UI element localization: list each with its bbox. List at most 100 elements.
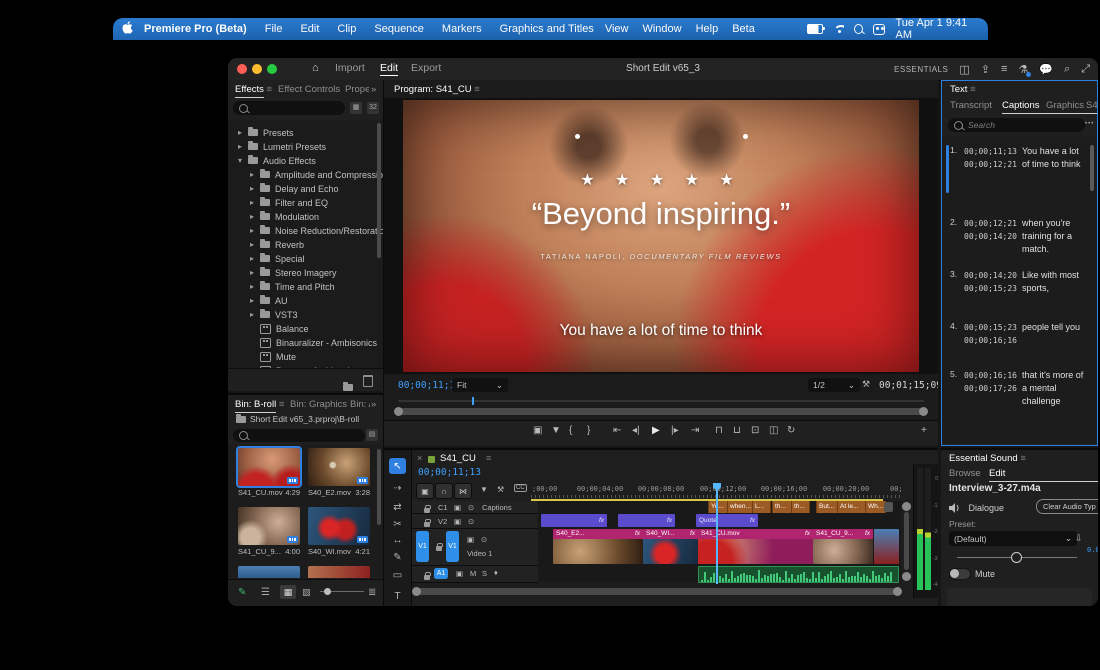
wifi-icon[interactable]	[833, 25, 844, 34]
caption-clip[interactable]: when...	[727, 501, 755, 513]
tree-item-time-pitch[interactable]: ▸Time and Pitch	[228, 280, 383, 293]
32-bit-effects-icon[interactable]: 32	[367, 102, 379, 114]
chevron-icon[interactable]: ▸	[250, 212, 260, 221]
chevron-down-icon[interactable]: ▾	[238, 156, 248, 165]
menu-window[interactable]: Window	[640, 23, 683, 35]
go-to-in-icon[interactable]: ⇤	[613, 425, 621, 436]
playhead-line[interactable]	[716, 490, 718, 584]
nav-export[interactable]: Export	[411, 62, 441, 74]
panel-menu-icon[interactable]: ≡	[474, 84, 480, 95]
transform-handle[interactable]	[743, 134, 748, 139]
mark-out-icon[interactable]: }	[587, 425, 590, 436]
mute-track-button[interactable]: M	[470, 569, 476, 578]
graphic-clip-quote[interactable]: Quotefx	[696, 514, 758, 527]
program-video-frame[interactable]: ★ ★ ★ ★ ★ “Beyond inspiring.” TATIANA NA…	[403, 100, 919, 372]
bin-clip-partial[interactable]	[308, 566, 370, 578]
sync-lock-icon[interactable]: ▣	[467, 535, 474, 544]
zoom-slider-knob[interactable]	[324, 588, 331, 595]
audio-meters[interactable]: 0-12-24-36-48	[913, 464, 938, 598]
export-frame-icon[interactable]: ⊡	[751, 425, 759, 436]
pen-tool[interactable]: ✎	[389, 549, 406, 565]
automate-to-sequence-icon[interactable]: ≣	[368, 587, 376, 598]
caption-text[interactable]: Like with most sports,	[1022, 269, 1086, 295]
tree-item-noise-reduction[interactable]: ▸Noise Reduction/Restoration	[228, 224, 383, 237]
razor-tool[interactable]: ✂	[389, 516, 406, 532]
menu-beta[interactable]: Beta	[730, 23, 757, 35]
bin-scrollbar[interactable]	[377, 449, 381, 525]
rectangle-tool[interactable]: ▭	[389, 567, 406, 583]
extract-icon[interactable]: ⊔	[733, 425, 741, 436]
tab-properties[interactable]: Propertie	[345, 84, 369, 95]
tree-item-presets[interactable]: ▸Presets	[228, 126, 383, 139]
audio-clip[interactable]	[698, 566, 899, 583]
bin-breadcrumb[interactable]: Short Edit v65_3.prproj\B-roll	[236, 414, 381, 426]
caption-text[interactable]: when you're training for a match.	[1022, 217, 1086, 256]
save-preset-icon[interactable]: ⇩	[1075, 533, 1083, 544]
type-tool[interactable]: T	[389, 588, 406, 604]
video-clip-partial[interactable]	[874, 529, 899, 564]
bin-clip-s40-e2[interactable]: S40_E2.mov3:28	[308, 448, 370, 497]
track-header-v2[interactable]: V2 ▣ ⊙	[412, 514, 538, 529]
tree-item-mute[interactable]: Mute	[228, 350, 383, 363]
tab-transcript[interactable]: Transcript	[950, 100, 992, 111]
bin-filter-icon[interactable]: ▤	[366, 429, 378, 441]
share-export-icon[interactable]: ⇪	[981, 63, 990, 76]
proxy-toggle-icon[interactable]: ↻	[787, 425, 795, 436]
chevron-icon[interactable]: ▸	[250, 170, 260, 179]
lock-icon[interactable]	[424, 508, 430, 513]
menu-edit[interactable]: Edit	[291, 23, 328, 35]
tab-edit[interactable]: Edit	[989, 468, 1098, 479]
video-clip-s40-e2[interactable]: S40_E2...fx	[553, 529, 643, 564]
workspace-panel-icon[interactable]: ◫	[959, 63, 969, 76]
tab-bin-audio[interactable]: Bin: Au	[350, 399, 370, 410]
track-target-v1[interactable]: V1	[446, 531, 459, 562]
stacked-panels-icon[interactable]: ≡	[1001, 63, 1007, 75]
tab-overflow-icon[interactable]: »	[371, 84, 376, 95]
go-to-out-icon[interactable]: ⇥	[691, 425, 699, 436]
tree-item-reverb[interactable]: ▸Reverb	[228, 238, 383, 251]
lock-icon[interactable]	[424, 575, 430, 580]
tree-item-special[interactable]: ▸Special	[228, 252, 383, 265]
tree-item-au[interactable]: ▸AU	[228, 294, 383, 307]
fit-dropdown[interactable]: Fit⌄	[452, 378, 508, 392]
caption-row-5[interactable]: 5. 00;00;16;1600;00;17;26 that it's more…	[950, 369, 1092, 408]
tab-browse[interactable]: Browse	[949, 468, 981, 479]
home-icon[interactable]: ⌂	[312, 62, 319, 74]
control-center-icon[interactable]	[873, 24, 886, 35]
caption-text[interactable]: that it's more of a mental challenge	[1022, 369, 1086, 408]
tree-item-audio-effects[interactable]: ▾Audio Effects	[228, 154, 383, 167]
menu-graphics-titles[interactable]: Graphics and Titles	[491, 23, 603, 35]
effects-scrollbar[interactable]	[377, 123, 381, 258]
menu-help[interactable]: Help	[694, 23, 721, 35]
timeline-v-scrollbar[interactable]	[902, 502, 911, 582]
volume-slider-knob[interactable]	[1011, 552, 1022, 563]
chevron-icon[interactable]: ▸	[250, 240, 260, 249]
track-target-a1[interactable]: A1	[434, 568, 448, 579]
chevron-icon[interactable]: ▸	[250, 254, 260, 263]
beta-feedback-beaker-icon[interactable]: ⚗	[1018, 63, 1028, 76]
tree-item-vst3[interactable]: ▸VST3	[228, 308, 383, 321]
gain-value[interactable]: 0.0	[1087, 546, 1098, 554]
button-editor-plus-icon[interactable]: +	[921, 425, 927, 436]
tree-item-amplitude[interactable]: ▸Amplitude and Compression	[228, 168, 383, 181]
tab-sequence[interactable]: S41_CU	[440, 453, 476, 464]
chevron-icon[interactable]: ▸	[250, 226, 260, 235]
lift-icon[interactable]: ⊓	[715, 425, 723, 436]
chevron-icon[interactable]: ▸	[250, 282, 260, 291]
caption-clip[interactable]: th...	[791, 501, 810, 513]
mute-toggle[interactable]	[949, 568, 971, 580]
timeline-timecode[interactable]: 00;00;11;13	[418, 467, 481, 478]
settings-wrench-icon[interactable]: ⚒	[862, 379, 870, 390]
battery-icon[interactable]	[807, 24, 823, 34]
tree-item-stereo-imagery[interactable]: ▸Stereo Imagery	[228, 266, 383, 279]
panel-menu-icon[interactable]: ≡	[970, 84, 976, 95]
chevron-icon[interactable]: ▸	[250, 268, 260, 277]
bin-clip-s41-cu-9[interactable]: S41_CU_9...4:00	[238, 507, 300, 556]
chevron-icon[interactable]: ▸	[238, 128, 248, 137]
panel-menu-icon[interactable]: ≡	[267, 84, 273, 95]
chevron-icon[interactable]: ▸	[250, 310, 260, 319]
menubar-clock[interactable]: Tue Apr 1 9:41 AM	[895, 17, 976, 41]
tree-item-balance[interactable]: Balance	[228, 322, 383, 335]
icon-view-icon[interactable]: ▦	[280, 585, 296, 599]
more-options-icon[interactable]: •••	[1085, 121, 1094, 127]
